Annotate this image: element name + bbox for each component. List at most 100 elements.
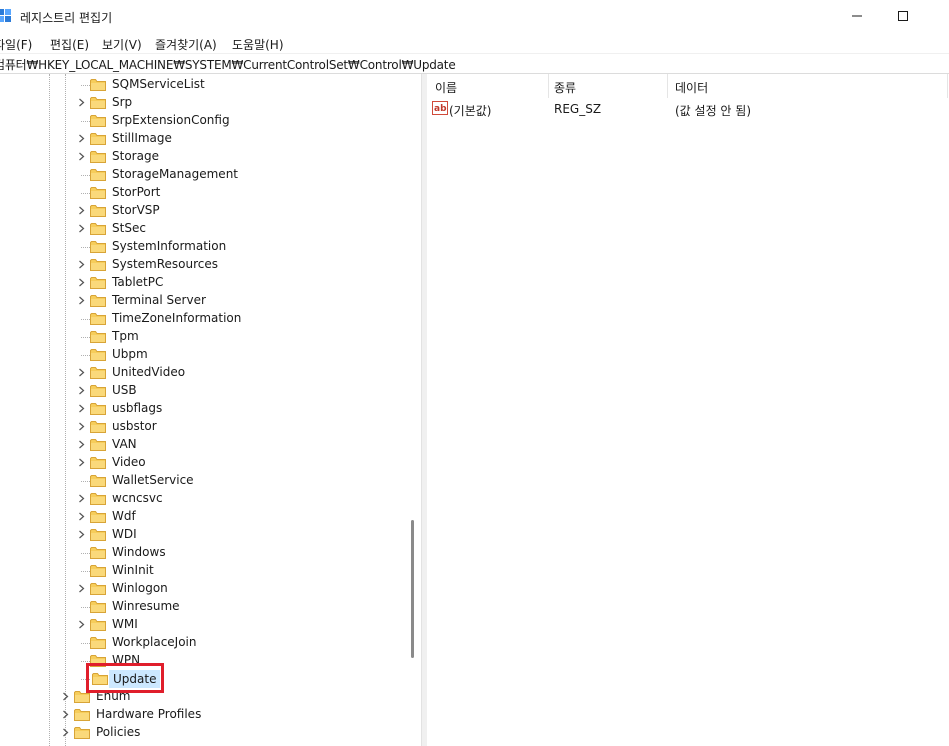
column-header-data[interactable]: 데이터 [675,79,708,96]
tree-node-policies[interactable]: Policies [0,724,404,742]
menu-edit[interactable]: 편집(E) [50,36,89,53]
tree-node-stillimage[interactable]: StillImage [0,130,404,148]
chevron-right-icon[interactable] [77,440,86,449]
menu-file[interactable]: 파일(F) [0,36,32,53]
tree-node-hardware-profiles[interactable]: Hardware Profiles [0,706,404,724]
chevron-right-icon[interactable] [77,512,86,521]
tree-node-winresume[interactable]: Winresume [0,598,404,616]
tree-node-unitedvideo[interactable]: UnitedVideo [0,364,404,382]
tree-node-wcncsvc[interactable]: wcncsvc [0,490,404,508]
maximize-icon [898,11,908,21]
tree-node-wpn[interactable]: WPN [0,652,404,670]
chevron-right-icon[interactable] [61,728,70,737]
chevron-right-icon[interactable] [77,386,86,395]
tree-node-tabletpc[interactable]: TabletPC [0,274,404,292]
tree-node-label: Video [112,455,146,469]
tree-node-walletservice[interactable]: WalletService [0,472,404,490]
tree-node-label: usbflags [112,401,163,415]
tree-node-label: Storage [112,149,159,163]
chevron-right-icon[interactable] [77,296,86,305]
tree-node-usbflags[interactable]: usbflags [0,400,404,418]
minimize-button[interactable] [834,0,880,32]
tree-node-wmi[interactable]: WMI [0,616,404,634]
chevron-right-icon[interactable] [77,368,86,377]
tree-node-label: Terminal Server [112,293,206,307]
tree-connector [81,481,90,482]
address-path[interactable]: 컴퓨터₩HKEY_LOCAL_MACHINE₩SYSTEM₩CurrentCon… [0,56,456,73]
tree-node-systemresources[interactable]: SystemResources [0,256,404,274]
column-divider[interactable] [667,74,668,98]
tree-node-label: SystemInformation [112,239,227,253]
tree-node-terminal-server[interactable]: Terminal Server [0,292,404,310]
tree-node-ubpm[interactable]: Ubpm [0,346,404,364]
tree-node-wdf[interactable]: Wdf [0,508,404,526]
tree-node-timezoneinformation[interactable]: TimeZoneInformation [0,310,404,328]
menu-favorites[interactable]: 즐겨찾기(A) [155,36,217,53]
folder-icon [90,313,106,325]
chevron-right-icon[interactable] [61,710,70,719]
tree-node-label: WDI [112,527,137,541]
chevron-right-icon[interactable] [77,422,86,431]
tree-node-wdi[interactable]: WDI [0,526,404,544]
value-type: REG_SZ [554,102,602,116]
chevron-right-icon[interactable] [77,152,86,161]
tree-node-wininit[interactable]: WinInit [0,562,404,580]
tree-node-label: Policies [96,725,141,739]
tree-node-label: USB [112,383,137,397]
chevron-right-icon[interactable] [77,260,86,269]
tree-node-storage[interactable]: Storage [0,148,404,166]
tree-node-van[interactable]: VAN [0,436,404,454]
key-tree-pane[interactable]: SQMServiceList Srp SrpExtensionConfig Still… [0,74,420,746]
chevron-right-icon[interactable] [77,620,86,629]
column-header-name[interactable]: 이름 [435,79,457,96]
tree-node-enum[interactable]: Enum [0,688,404,706]
tree-connector [81,121,90,122]
tree-node-workplacejoin[interactable]: WorkplaceJoin [0,634,404,652]
tree-node-systeminformation[interactable]: SystemInformation [0,238,404,256]
folder-icon [90,421,106,433]
tree-node-storagemanagement[interactable]: StorageManagement [0,166,404,184]
tree-node-update-selected[interactable]: Update [0,670,404,688]
tree-node-usbstor[interactable]: usbstor [0,418,404,436]
chevron-right-icon[interactable] [77,458,86,467]
tree-scrollbar[interactable] [404,74,421,746]
tree-node-srp[interactable]: Srp [0,94,404,112]
folder-icon [90,367,106,379]
folder-icon [90,601,106,613]
chevron-right-icon[interactable] [77,224,86,233]
chevron-right-icon[interactable] [77,530,86,539]
chevron-right-icon[interactable] [77,98,86,107]
address-bar[interactable]: 컴퓨터₩HKEY_LOCAL_MACHINE₩SYSTEM₩CurrentCon… [0,53,949,74]
tree-node-label: WMI [112,617,138,631]
tree-node-winlogon[interactable]: Winlogon [0,580,404,598]
folder-icon [90,331,106,343]
column-header-type[interactable]: 종류 [554,79,576,96]
value-row[interactable]: ab (기본값) REG_SZ (값 설정 안 됨) [427,99,949,119]
tree-node-label: Windows [112,545,166,559]
chevron-right-icon[interactable] [77,278,86,287]
menu-help[interactable]: 도움말(H) [232,36,284,53]
scrollbar-thumb[interactable] [411,520,414,658]
folder-icon [90,439,106,451]
chevron-right-icon[interactable] [77,404,86,413]
chevron-right-icon[interactable] [77,494,86,503]
tree-node-storport[interactable]: StorPort [0,184,404,202]
tree-node-windows[interactable]: Windows [0,544,404,562]
values-list-pane[interactable]: 이름 종류 데이터 ab (기본값) REG_SZ (값 설정 안 됨) [427,74,949,746]
chevron-right-icon[interactable] [77,206,86,215]
maximize-button[interactable] [880,0,926,32]
chevron-right-icon[interactable] [61,692,70,701]
menu-view[interactable]: 보기(V) [102,36,142,53]
chevron-right-icon[interactable] [77,134,86,143]
tree-node-usb[interactable]: USB [0,382,404,400]
chevron-right-icon[interactable] [77,584,86,593]
tree-node-tpm[interactable]: Tpm [0,328,404,346]
column-divider[interactable] [947,74,948,98]
tree-node-sqmservicelist[interactable]: SQMServiceList [0,76,404,94]
tree-node-storvsp[interactable]: StorVSP [0,202,404,220]
tree-node-srpextensionconfig[interactable]: SrpExtensionConfig [0,112,404,130]
tree-node-stsec[interactable]: StSec [0,220,404,238]
folder-icon [90,529,106,541]
column-divider[interactable] [548,74,549,98]
tree-node-video[interactable]: Video [0,454,404,472]
